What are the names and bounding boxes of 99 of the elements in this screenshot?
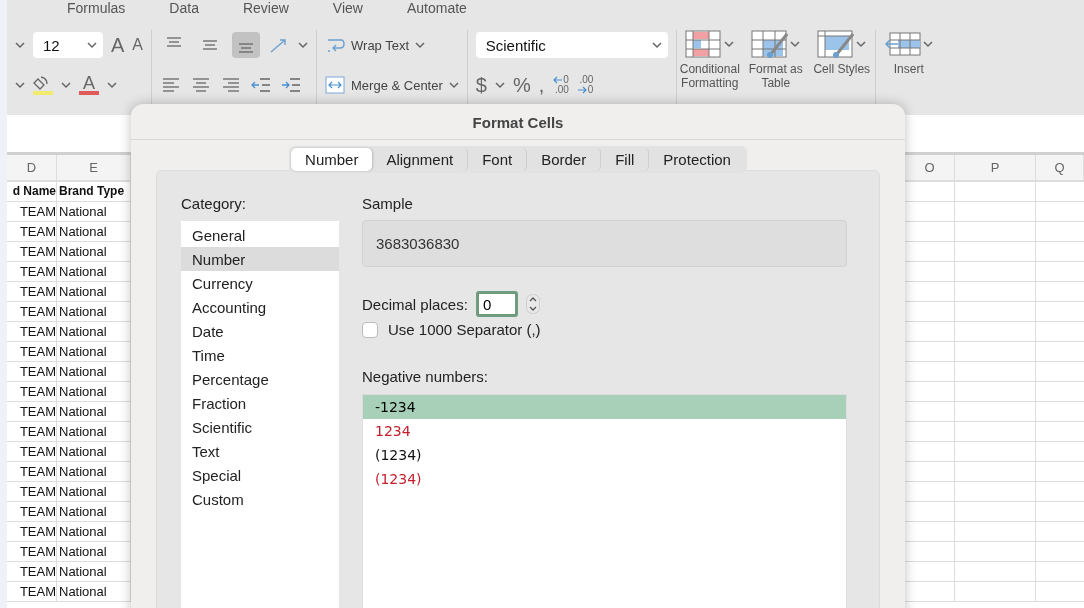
ribbon-tab[interactable]: Automate: [406, 0, 467, 16]
decrease-indent-icon[interactable]: [250, 75, 272, 95]
grow-font-button[interactable]: A: [111, 33, 125, 57]
comma-style-button[interactable]: ,: [538, 73, 545, 97]
currency-button[interactable]: $: [475, 73, 487, 97]
caret-icon[interactable]: [923, 40, 934, 48]
number-format-dropdown[interactable]: Scientific: [475, 32, 668, 58]
caret-icon[interactable]: [856, 40, 867, 48]
merge-center-button[interactable]: Merge & Center: [325, 76, 459, 94]
ribbon-large-button[interactable]: Cell Styles: [810, 30, 873, 76]
caret-icon[interactable]: [651, 41, 662, 49]
sample-preview: 3683036830: [362, 220, 847, 267]
decimal-places-field[interactable]: 0: [475, 291, 518, 317]
table-cell: TEAM: [7, 482, 57, 502]
table-cell: TEAM: [7, 582, 57, 602]
dialog-tab[interactable]: Alignment: [372, 148, 469, 171]
fill-color-button[interactable]: [33, 75, 53, 95]
ribbon-large-button[interactable]: Format as Table: [744, 30, 807, 90]
caret-icon[interactable]: [15, 81, 25, 89]
table-cell: TEAM: [7, 262, 57, 282]
font-size-value: 12: [43, 36, 60, 54]
column-header[interactable]: Q: [1036, 155, 1084, 182]
stepper-arrows-icon: [525, 294, 540, 314]
dialog-tab[interactable]: Border: [527, 148, 602, 171]
decimal-digits: 0: [563, 75, 569, 85]
caret-icon[interactable]: [61, 81, 71, 89]
right-arrow-icon: [576, 85, 588, 95]
wrap-text-button[interactable]: Wrap Text: [325, 35, 426, 55]
table-brush-icon: [751, 30, 789, 58]
table-cell: TEAM: [7, 342, 57, 362]
column-header[interactable]: D: [7, 155, 57, 182]
caret-icon[interactable]: [87, 41, 97, 49]
caret-icon[interactable]: [107, 81, 117, 89]
ribbon-tab[interactable]: Review: [242, 0, 289, 16]
caret-icon[interactable]: [15, 41, 25, 49]
stepper[interactable]: [525, 294, 540, 314]
left-arrow-icon: [552, 75, 564, 85]
percent-button[interactable]: %: [512, 73, 531, 97]
category-item[interactable]: Number: [181, 247, 339, 271]
decrease-decimal-button[interactable]: .00 0: [576, 75, 594, 95]
decimal-digits: .00: [554, 85, 569, 95]
font-color-button[interactable]: A: [79, 75, 99, 95]
decimal-digits: 0: [587, 85, 594, 95]
sample-label: Sample: [362, 195, 414, 212]
category-label: Category:: [181, 195, 248, 212]
column-header[interactable]: P: [955, 155, 1036, 182]
table-cell: TEAM: [7, 442, 57, 462]
caret-icon[interactable]: [415, 41, 426, 49]
shrink-font-button[interactable]: A: [132, 36, 143, 54]
table-cell: TEAM: [7, 422, 57, 442]
dialog-tab[interactable]: Number: [291, 148, 373, 171]
caret-icon[interactable]: [298, 41, 308, 49]
merge-cells-icon: [325, 76, 345, 94]
dialog-title: Format Cells: [131, 104, 905, 140]
dialog-tab[interactable]: Font: [468, 148, 528, 171]
font-size-dropdown[interactable]: 12: [33, 32, 103, 58]
caret-icon[interactable]: [494, 81, 505, 89]
table-cell: TEAM: [7, 222, 57, 242]
caret-icon[interactable]: [724, 40, 735, 48]
table-cell: TEAM: [7, 542, 57, 562]
table-cell: TEAM: [7, 322, 57, 342]
increase-indent-icon[interactable]: [280, 75, 302, 95]
table-cell: TEAM: [7, 202, 57, 222]
align-center-icon[interactable]: [190, 75, 212, 95]
align-right-icon[interactable]: [220, 75, 242, 95]
number-format-value: Scientific: [485, 36, 546, 54]
column-header[interactable]: O: [905, 155, 955, 182]
ribbon-large-button[interactable]: Insert: [877, 30, 940, 76]
table-cell: TEAM: [7, 402, 57, 422]
ribbon-tab[interactable]: Formulas: [67, 0, 126, 16]
caret-icon[interactable]: [790, 40, 801, 48]
increase-decimal-button[interactable]: 0 .00: [552, 75, 569, 95]
ribbon-large-button[interactable]: Conditional Formatting: [678, 30, 741, 90]
insert-cells-icon: [884, 30, 922, 58]
decimal-places-label: Decimal places:: [362, 295, 468, 313]
table-cell: TEAM: [7, 362, 57, 382]
table-cell: d Name: [7, 182, 57, 202]
table-cell: TEAM: [7, 462, 57, 482]
ribbon-tab[interactable]: View: [332, 0, 363, 16]
align-left-icon[interactable]: [160, 75, 182, 95]
ribbon-tab[interactable]: Data: [169, 0, 199, 16]
table-cell: TEAM: [7, 522, 57, 542]
separator-label: Use 1000 Separator (,): [388, 321, 541, 338]
cell-brush-icon: [817, 30, 855, 58]
conditional-formatting-icon: [685, 30, 723, 58]
dialog-tab[interactable]: Protection: [649, 148, 745, 171]
checkbox[interactable]: [362, 321, 378, 338]
table-cell: TEAM: [7, 502, 57, 522]
table-cell: TEAM: [7, 302, 57, 322]
decimal-digits: .00: [579, 75, 594, 85]
table-cell: TEAM: [7, 282, 57, 302]
negative-numbers-label: Negative numbers:: [362, 368, 489, 385]
caret-icon[interactable]: [448, 81, 459, 89]
table-cell: TEAM: [7, 242, 57, 262]
negative-format-item[interactable]: -1234: [363, 395, 846, 419]
table-cell: TEAM: [7, 382, 57, 402]
dialog-tab[interactable]: Fill: [601, 148, 650, 171]
table-cell: TEAM: [7, 562, 57, 582]
column-header[interactable]: E: [57, 155, 131, 182]
